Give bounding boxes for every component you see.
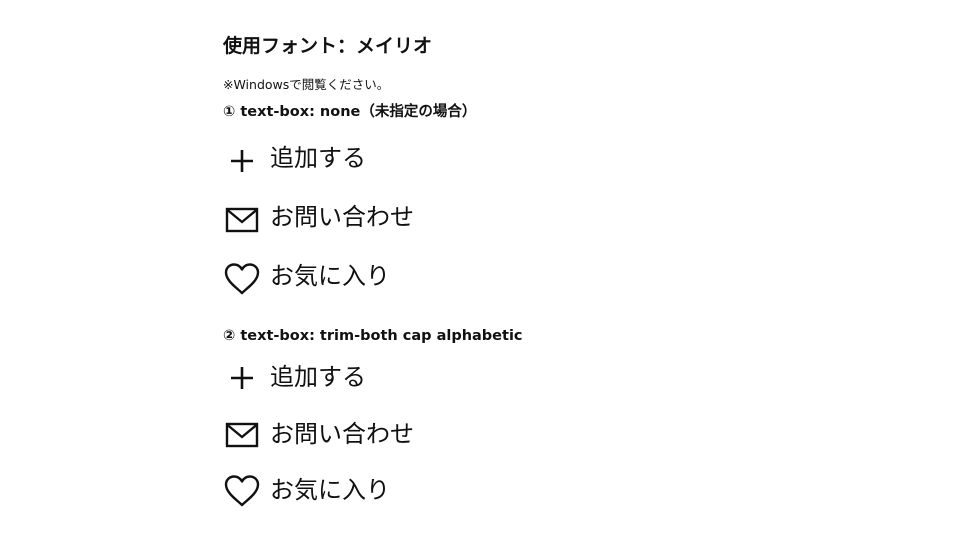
- favorite-button[interactable]: お気に入り: [223, 471, 623, 511]
- add-label: 追加する: [270, 144, 366, 172]
- page-content: 使用フォント：メイリオ ※Windowsで閲覧ください。 ① text-box:…: [223, 0, 823, 540]
- windows-note: ※Windowsで閲覧ください。: [223, 77, 390, 92]
- heart-icon: [223, 472, 261, 510]
- section-heading-text-box-trim: ② text-box: trim-both cap alphabetic: [223, 328, 523, 344]
- add-button[interactable]: 追加する: [223, 358, 623, 398]
- section-heading-text-box-none: ① text-box: none（未指定の場合）: [223, 104, 477, 120]
- page-title: 使用フォント：メイリオ: [223, 35, 433, 57]
- contact-button[interactable]: お問い合わせ: [223, 415, 623, 455]
- favorite-button[interactable]: お気に入り: [223, 258, 623, 298]
- add-label: 追加する: [270, 363, 366, 391]
- plus-icon: [223, 142, 261, 180]
- favorite-label: お気に入り: [270, 476, 390, 504]
- mail-icon: [223, 416, 261, 454]
- contact-label: お問い合わせ: [270, 420, 414, 448]
- contact-label: お問い合わせ: [270, 203, 414, 231]
- heart-icon: [223, 260, 261, 298]
- mail-icon: [223, 201, 261, 239]
- add-button[interactable]: 追加する: [223, 140, 623, 180]
- contact-button[interactable]: お問い合わせ: [223, 199, 623, 239]
- favorite-label: お気に入り: [270, 262, 390, 290]
- plus-icon: [223, 359, 261, 397]
